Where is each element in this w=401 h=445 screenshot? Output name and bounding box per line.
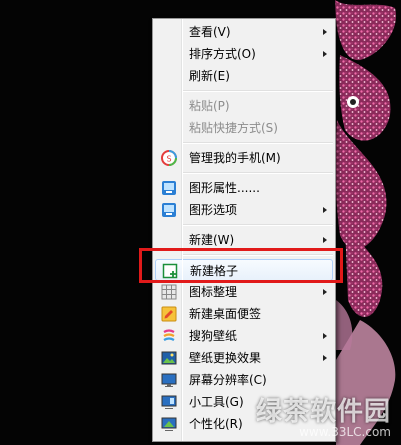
wallpaper-effect-icon — [161, 351, 177, 365]
menu-item-icon-organize[interactable]: 图标整理 — [155, 281, 333, 303]
menu-item-label: 新建桌面便签 — [189, 307, 262, 321]
submenu-arrow-icon — [323, 355, 327, 361]
menu-item-new-desktop-note[interactable]: 新建桌面便签 — [155, 303, 333, 325]
menu-separator — [183, 142, 333, 144]
menu-separator — [183, 90, 333, 92]
menu-item-view[interactable]: 查看(V) — [155, 21, 333, 43]
submenu-arrow-icon — [323, 237, 327, 243]
menu-item-sogou-wallpaper[interactable]: 搜狗壁纸 — [155, 325, 333, 347]
sogou-wallpaper-icon — [163, 329, 175, 341]
desktop-note-icon — [161, 306, 177, 322]
submenu-arrow-icon — [323, 207, 327, 213]
menu-item-label: 图形属性...... — [189, 181, 260, 195]
menu-item-label: 图形选项 — [189, 203, 238, 217]
menu-item-label: 刷新(E) — [189, 69, 230, 83]
menu-item-paste-shortcut[interactable]: 粘贴快捷方式(S) — [155, 117, 333, 139]
submenu-arrow-icon — [323, 289, 327, 295]
menu-item-label: 粘贴快捷方式(S) — [189, 121, 278, 135]
menu-item-wallpaper-effect[interactable]: 壁纸更换效果 — [155, 347, 333, 369]
site-watermark: 绿茶软件园 www.33LC.com — [256, 398, 391, 439]
menu-item-label: 查看(V) — [189, 25, 231, 39]
graphics-properties-icon — [162, 181, 176, 195]
menu-item-graphics-properties[interactable]: 图形属性...... — [155, 177, 333, 199]
menu-item-paste[interactable]: 粘贴(P) — [155, 95, 333, 117]
submenu-arrow-icon — [323, 51, 327, 57]
menu-item-graphics-options[interactable]: 图形选项 — [155, 199, 333, 221]
menu-item-label: 排序方式(O) — [189, 47, 256, 61]
menu-item-manage-phone[interactable]: S 管理我的手机(M) — [155, 147, 333, 169]
phone-manager-icon: S — [161, 150, 177, 166]
screen-resolution-icon — [161, 373, 177, 387]
submenu-arrow-icon — [323, 29, 327, 35]
watermark-title: 绿茶软件园 — [255, 397, 391, 427]
menu-separator — [183, 224, 333, 226]
gadgets-icon — [161, 395, 177, 409]
graphics-options-icon — [162, 203, 176, 217]
menu-item-screen-resolution[interactable]: 屏幕分辨率(C) — [155, 369, 333, 391]
icon-organize-icon — [161, 284, 177, 300]
menu-item-label: 个性化(R) — [189, 417, 243, 431]
menu-item-label: 图标整理 — [189, 285, 238, 299]
personalize-icon — [161, 417, 177, 431]
watermark-url: www.33LC.com — [299, 425, 391, 439]
menu-item-label: 搜狗壁纸 — [189, 329, 238, 343]
menu-item-label: 粘贴(P) — [189, 99, 230, 113]
submenu-arrow-icon — [323, 333, 327, 339]
svg-text:S: S — [166, 155, 171, 164]
menu-item-refresh[interactable]: 刷新(E) — [155, 65, 333, 87]
highlight-annotation-box — [139, 248, 343, 283]
menu-separator — [183, 172, 333, 174]
desktop-context-menu: 查看(V) 排序方式(O) 刷新(E) 粘贴(P) 粘贴快捷方式(S) S 管理… — [152, 18, 336, 442]
menu-item-label: 屏幕分辨率(C) — [189, 373, 267, 387]
menu-item-label: 小工具(G) — [189, 395, 244, 409]
menu-item-label: 壁纸更换效果 — [189, 351, 262, 365]
menu-item-label: 管理我的手机(M) — [189, 151, 281, 165]
menu-item-sort-by[interactable]: 排序方式(O) — [155, 43, 333, 65]
